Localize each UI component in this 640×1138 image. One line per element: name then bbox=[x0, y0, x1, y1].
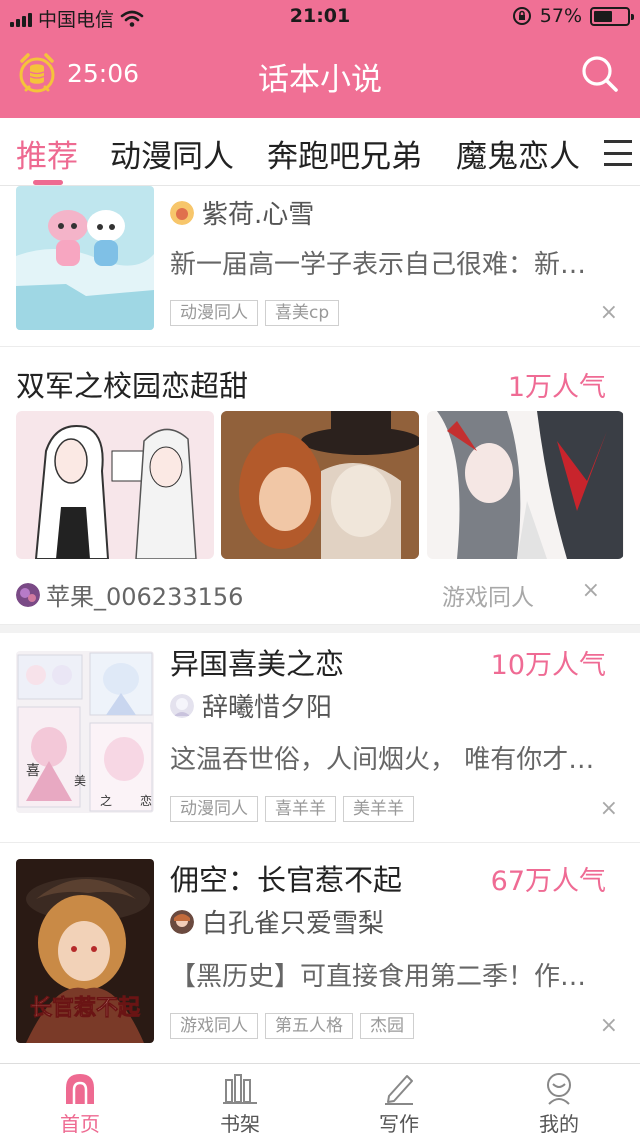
battery-fill bbox=[594, 10, 613, 22]
timer-value: 25:06 bbox=[67, 58, 140, 88]
cover-title: 长官惹不起 bbox=[30, 995, 141, 1021]
author-name: 辞曦惜夕阳 bbox=[202, 693, 333, 723]
author[interactable]: 辞曦惜夕阳 bbox=[170, 687, 332, 724]
popularity: 67万人气 bbox=[490, 866, 606, 897]
tag-list: 游戏同人 第五人格 杰园 bbox=[170, 1013, 414, 1039]
story-description: 这温吞世俗，人间烟火， 唯有你才… bbox=[170, 745, 595, 775]
story-card[interactable]: 喜 美 之 恋 异国喜美之恋 10万人气 辞曦惜夕阳 这温吞世俗，人间烟火， 唯… bbox=[0, 633, 640, 843]
popularity: 1万人气 bbox=[507, 372, 606, 403]
cover-image bbox=[16, 411, 214, 559]
author-avatar bbox=[170, 200, 194, 225]
active-tab-indicator bbox=[33, 180, 63, 185]
story-title: 双军之校园恋超甜 bbox=[16, 369, 249, 403]
nav-profile[interactable]: 我的 bbox=[514, 1070, 604, 1137]
pen-icon bbox=[385, 1075, 413, 1105]
cover-image bbox=[427, 411, 624, 559]
author[interactable]: 紫荷.心雪 bbox=[170, 194, 314, 231]
cover-char: 喜 bbox=[26, 763, 40, 779]
battery-percent: 57% bbox=[539, 5, 582, 27]
tag-list: 动漫同人 喜羊羊 美羊羊 bbox=[170, 796, 414, 822]
tab-running-man[interactable]: 奔跑吧兄弟 bbox=[267, 131, 422, 176]
story-card[interactable]: 紫荷.心雪 新一届高一学子表示自己很难：新… 动漫同人 喜美cp × bbox=[0, 186, 640, 347]
tab-recommended[interactable]: 推荐 bbox=[16, 131, 78, 176]
tab-diabolik-lovers[interactable]: 魔鬼恋人 bbox=[456, 131, 580, 176]
alarm-coin-icon bbox=[19, 53, 55, 93]
author-avatar bbox=[170, 693, 194, 718]
tag[interactable]: 动漫同人 bbox=[170, 796, 258, 822]
nav-write-label: 写作 bbox=[379, 1112, 419, 1136]
tag[interactable]: 喜美cp bbox=[265, 300, 340, 326]
nav-home[interactable]: 首页 bbox=[35, 1070, 125, 1137]
cover-image bbox=[221, 411, 419, 559]
battery-icon bbox=[590, 6, 634, 26]
author-avatar bbox=[170, 909, 194, 934]
dismiss-button[interactable]: × bbox=[600, 300, 618, 325]
cover-image: 长官惹不起 bbox=[16, 859, 154, 1043]
dismiss-button[interactable]: × bbox=[582, 578, 600, 603]
story-title: 佣空：长官惹不起 bbox=[170, 863, 403, 897]
signal-icon bbox=[10, 11, 32, 27]
author-name: 苹果_006233156 bbox=[46, 583, 244, 611]
card-separator bbox=[0, 625, 640, 633]
tag[interactable]: 第五人格 bbox=[265, 1013, 353, 1039]
cover-char: 恋 bbox=[140, 793, 152, 808]
tag[interactable]: 杰园 bbox=[360, 1013, 414, 1039]
app-header: 25:06 话本小说 bbox=[0, 34, 640, 118]
dismiss-button[interactable]: × bbox=[600, 1013, 618, 1038]
tab-anime-fanfic[interactable]: 动漫同人 bbox=[110, 131, 234, 176]
category-tabs: 推荐 动漫同人 奔跑吧兄弟 魔鬼恋人 bbox=[0, 118, 640, 186]
author-avatar bbox=[16, 582, 40, 607]
cover-image: 喜 美 之 恋 bbox=[16, 651, 154, 813]
wifi-icon bbox=[120, 10, 144, 27]
author-name: 白孔雀只爱雪梨 bbox=[202, 909, 385, 939]
tag[interactable]: 动漫同人 bbox=[170, 300, 258, 326]
story-title: 异国喜美之恋 bbox=[170, 647, 345, 681]
nav-profile-label: 我的 bbox=[539, 1112, 579, 1136]
reading-timer[interactable]: 25:06 bbox=[16, 52, 139, 94]
story-card[interactable]: 长官惹不起 佣空：长官惹不起 67万人气 白孔雀只爱雪梨 【黑历史】可直接食用第… bbox=[0, 843, 640, 1061]
menu-icon[interactable] bbox=[604, 140, 632, 166]
carrier-label: 中国电信 bbox=[38, 9, 115, 31]
story-description: 新一届高一学子表示自己很难：新… bbox=[170, 250, 587, 280]
nav-home-label: 首页 bbox=[60, 1112, 100, 1136]
dismiss-button[interactable]: × bbox=[600, 796, 618, 821]
nav-bookshelf-label: 书架 bbox=[220, 1112, 260, 1136]
category-label[interactable]: 游戏同人 bbox=[442, 578, 534, 612]
bottom-nav: 首页 书架 写作 我的 bbox=[0, 1063, 640, 1138]
cover-image bbox=[16, 186, 154, 330]
author[interactable]: 白孔雀只爱雪梨 bbox=[170, 903, 384, 940]
tag[interactable]: 喜羊羊 bbox=[265, 796, 336, 822]
cover-char: 之 bbox=[100, 794, 112, 808]
profile-icon bbox=[547, 1073, 571, 1105]
story-description: 【黑历史】可直接食用第二季！作… bbox=[170, 962, 587, 992]
bookshelf-icon bbox=[223, 1074, 257, 1104]
author[interactable]: 苹果_006233156 bbox=[16, 577, 243, 612]
popularity: 10万人气 bbox=[490, 650, 606, 681]
tag[interactable]: 游戏同人 bbox=[170, 1013, 258, 1039]
tag-list: 动漫同人 喜美cp bbox=[170, 300, 340, 326]
status-bar: 中国电信 21:01 57% bbox=[0, 0, 640, 34]
status-right: 57% bbox=[512, 5, 634, 27]
cover-char: 美 bbox=[74, 774, 86, 788]
home-icon bbox=[66, 1074, 94, 1104]
tag[interactable]: 美羊羊 bbox=[343, 796, 414, 822]
story-card[interactable]: 双军之校园恋超甜 1万人气 苹果_006233156 游戏同人 × bbox=[0, 347, 640, 625]
author-name: 紫荷.心雪 bbox=[202, 200, 315, 230]
nav-bookshelf[interactable]: 书架 bbox=[195, 1070, 285, 1137]
rotation-lock-icon bbox=[512, 7, 531, 25]
search-icon[interactable] bbox=[578, 52, 622, 96]
status-left: 中国电信 bbox=[10, 5, 144, 32]
nav-write[interactable]: 写作 bbox=[354, 1070, 444, 1137]
